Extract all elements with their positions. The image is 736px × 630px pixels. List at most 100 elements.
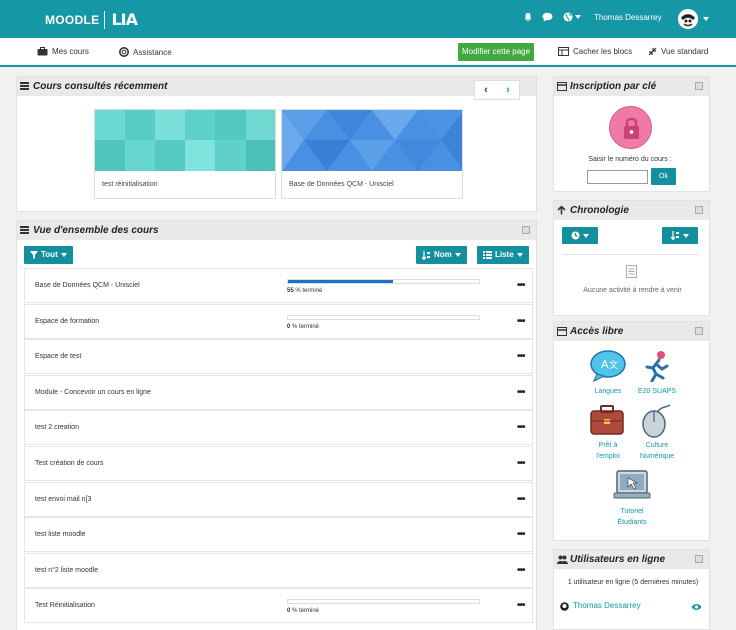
online-users-summary: 1 utilisateur en ligne (5 dernières minu… (567, 579, 699, 586)
chevron-down-icon (575, 15, 581, 19)
course-name[interactable]: test n°2 liste moodle (35, 567, 98, 574)
bell-icon[interactable] (523, 12, 533, 25)
more-actions-icon[interactable]: ••• (517, 422, 525, 433)
course-name[interactable]: Espace de test (35, 353, 81, 360)
briefcase-icon (37, 47, 48, 56)
course-name[interactable]: Base de Données QCM - Unisciel (35, 282, 140, 289)
progress-fill (288, 280, 394, 283)
mouse-icon[interactable] (640, 404, 672, 440)
briefcase-icon[interactable] (589, 404, 625, 438)
collapse-icon[interactable] (695, 327, 703, 335)
course-row[interactable]: Base de Données QCM - Unisciel 55 % termi… (24, 268, 533, 303)
course-row[interactable]: Espace de formation 0 % terminé ••• (24, 304, 533, 339)
course-name[interactable]: Test Réinitialisation (35, 602, 95, 609)
online-user-link[interactable]: Thomas Dessarrey (573, 601, 641, 610)
course-name[interactable]: Espace de formation (35, 318, 99, 325)
standard-view-button[interactable]: Vue standard (648, 47, 708, 56)
nav-assistance-label: Assistance (133, 47, 172, 57)
speech-bubble-icon[interactable]: A文 (589, 350, 627, 384)
logo-divider (104, 10, 106, 29)
block-header: Accès libre (554, 322, 709, 341)
nav-assistance[interactable]: Assistance (119, 47, 172, 57)
course-row[interactable]: Test création de cours ••• (24, 446, 533, 481)
access-label-langues[interactable]: Langues (586, 386, 630, 397)
divider (562, 254, 699, 255)
course-row[interactable]: test 2 creation ••• (24, 410, 533, 445)
course-name[interactable]: test 2 creation (35, 424, 79, 431)
chat-icon[interactable] (542, 12, 553, 25)
chevron-down-icon (683, 233, 689, 238)
block-title: Inscription par clé (570, 81, 657, 92)
course-name[interactable]: test liste moodle (35, 531, 86, 538)
block-title: Chronologie (570, 205, 629, 216)
access-label-culture[interactable]: Culture Numérique (630, 440, 684, 462)
chevron-down-icon[interactable] (703, 17, 709, 21)
access-label-pret[interactable]: Prêt à l'emploi (586, 440, 630, 462)
ok-button[interactable]: Ok (651, 168, 676, 185)
progress-suffix: % terminé (290, 324, 320, 330)
course-name[interactable]: Module - Concevoir un cours en ligne (35, 389, 151, 396)
list-icon (483, 251, 492, 259)
course-card[interactable]: test réinitialisation (94, 109, 276, 199)
access-label-suaps[interactable]: E20 SUAPS (630, 386, 684, 397)
course-row[interactable]: test n°2 liste moodle ••• (24, 553, 533, 588)
block-header: Chronologie (554, 201, 709, 220)
runner-icon[interactable] (642, 350, 672, 384)
course-name[interactable]: Test création de cours (35, 460, 103, 467)
progress-text: 0 % terminé (287, 324, 319, 330)
more-actions-icon[interactable]: ••• (517, 529, 525, 540)
timeline-filter-dropdown[interactable] (562, 227, 598, 244)
course-row[interactable]: test liste moodle ••• (24, 517, 533, 552)
collapse-icon[interactable] (695, 555, 703, 563)
collapse-icon[interactable] (695, 82, 703, 90)
more-actions-icon[interactable]: ••• (517, 458, 525, 469)
access-label-tutoriel[interactable]: Tutoriel Étudiants (606, 506, 658, 528)
sort-icon (671, 231, 679, 240)
course-row[interactable]: Test Réinitialisation 0 % terminé ••• (24, 588, 533, 623)
svg-text:文: 文 (609, 359, 618, 371)
more-actions-icon[interactable]: ••• (517, 494, 525, 505)
filter-dropdown[interactable]: Tout (24, 246, 73, 264)
course-row[interactable]: Module - Concevoir un cours en ligne ••• (24, 375, 533, 410)
progress-bar (287, 599, 480, 604)
collapse-icon[interactable] (695, 206, 703, 214)
carousel-nav: ‹ › (474, 80, 520, 100)
site-logo[interactable]: MOODLE LIA (45, 10, 138, 29)
more-actions-icon[interactable]: ••• (517, 565, 525, 576)
logo-text: MOODLE (45, 12, 100, 27)
block-header: Utilisateurs en ligne (554, 550, 709, 569)
more-actions-icon[interactable]: ••• (517, 351, 525, 362)
nav-my-courses[interactable]: Mes cours (37, 47, 89, 56)
course-key-input[interactable] (587, 170, 648, 184)
chevron-down-icon (516, 253, 523, 257)
lock-icon (609, 106, 652, 149)
chevron-right-icon[interactable]: › (497, 81, 519, 99)
course-card[interactable]: Base de Données QCM - Unisciel (281, 109, 463, 199)
course-row[interactable]: Espace de test ••• (24, 339, 533, 374)
course-row[interactable]: test envoi mail n[3 ••• (24, 482, 533, 517)
chevron-left-icon[interactable]: ‹ (475, 81, 497, 99)
user-avatar-icon (560, 602, 569, 613)
eye-icon[interactable] (691, 603, 702, 613)
more-actions-icon[interactable]: ••• (517, 387, 525, 398)
block-title: Cours consultés récemment (33, 81, 168, 92)
more-actions-icon[interactable]: ••• (517, 316, 525, 327)
avatar[interactable] (678, 9, 698, 29)
sort-dropdown[interactable]: Nom (416, 246, 467, 264)
timeline-sort-dropdown[interactable] (662, 227, 698, 244)
view-dropdown[interactable]: Liste (477, 246, 529, 264)
block-title: Accès libre (570, 326, 624, 337)
edit-page-button[interactable]: Modifier cette page (458, 43, 535, 61)
language-menu[interactable] (563, 12, 581, 22)
course-name[interactable]: test envoi mail n[3 (35, 496, 91, 503)
more-actions-icon[interactable]: ••• (517, 600, 525, 611)
nav-my-courses-label: Mes cours (52, 47, 89, 56)
svg-text:A: A (601, 358, 609, 371)
laptop-icon[interactable] (613, 469, 651, 503)
course-card-name: test réinitialisation (102, 181, 158, 188)
more-actions-icon[interactable]: ••• (517, 280, 525, 291)
hide-blocks-button[interactable]: Cacher les blocs (558, 47, 632, 56)
collapse-icon[interactable] (522, 226, 530, 234)
user-menu-name[interactable]: Thomas Dessarrey (594, 13, 662, 22)
sort-icon (422, 250, 430, 260)
